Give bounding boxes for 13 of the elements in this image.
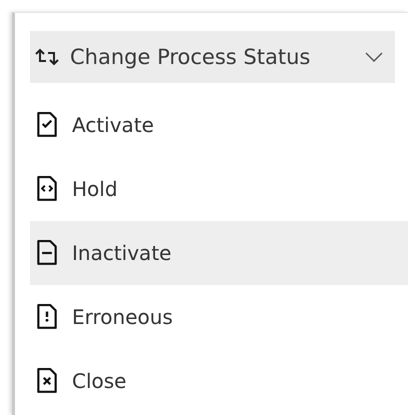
document-cross-icon [36, 368, 58, 394]
document-check-icon [36, 112, 58, 138]
document-code-icon [36, 176, 58, 202]
document-minus-icon [36, 240, 58, 266]
menu-item[interactable]: Inactivate [30, 221, 408, 285]
swap-arrows-icon [34, 48, 60, 66]
document-alert-icon [36, 304, 58, 330]
menu-item[interactable]: Hold [30, 157, 408, 221]
menu-item[interactable]: Close [30, 349, 408, 413]
chevron-down-icon [365, 52, 383, 62]
change-status-button[interactable]: Change Process Status [30, 31, 395, 83]
menu-item[interactable]: Activate [30, 93, 408, 157]
menu-item[interactable]: Erroneous [30, 285, 408, 349]
